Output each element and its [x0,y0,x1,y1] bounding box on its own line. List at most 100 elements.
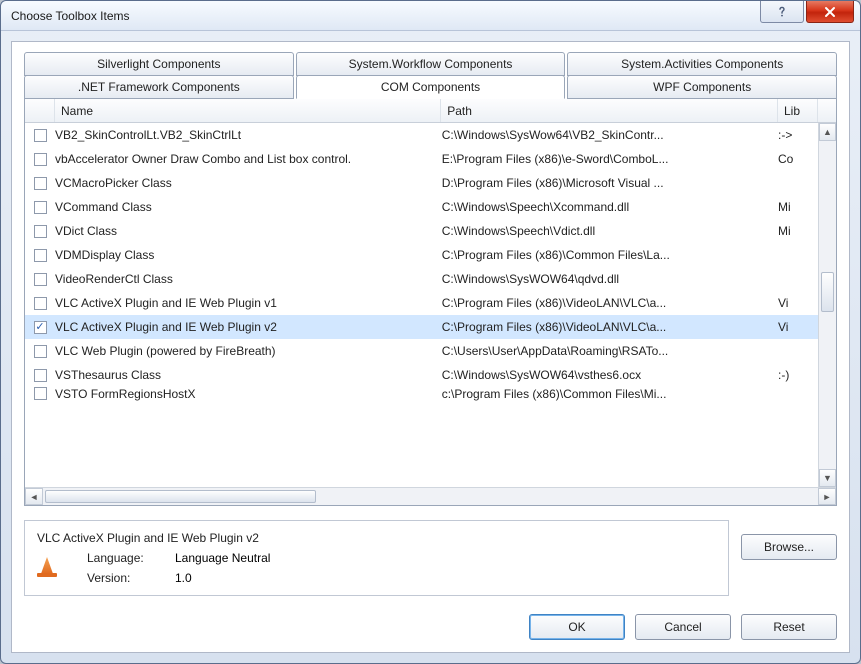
row-name: VLC ActiveX Plugin and IE Web Plugin v1 [55,296,442,310]
tab-silverlight[interactable]: Silverlight Components [24,52,294,76]
row-checkbox[interactable] [34,129,47,142]
version-value: 1.0 [175,571,192,585]
row-path: C:\Program Files (x86)\Common Files\La..… [442,248,778,262]
row-checkbox[interactable] [34,387,47,400]
tab-com[interactable]: COM Components [296,75,566,99]
scroll-thumb-vertical[interactable] [821,272,834,312]
row-lib: :-> [778,128,818,142]
row-checkbox-cell [25,297,55,310]
table-row[interactable]: VB2_SkinControlLt.VB2_SkinCtrlLtC:\Windo… [25,123,818,147]
row-checkbox-cell [25,225,55,238]
ok-button[interactable]: OK [529,614,625,640]
help-button[interactable] [760,1,804,23]
row-lib: Vi [778,320,818,334]
row-checkbox-cell [25,201,55,214]
row-checkbox[interactable] [34,153,47,166]
row-name: VCMacroPicker Class [55,176,442,190]
tab-system-workflow[interactable]: System.Workflow Components [296,52,566,76]
tab-system-activities[interactable]: System.Activities Components [567,52,837,76]
row-checkbox[interactable] [34,345,47,358]
table-row[interactable]: VSThesaurus ClassC:\Windows\SysWOW64\vst… [25,363,818,387]
scroll-thumb-horizontal[interactable] [45,490,316,503]
version-label: Version: [87,571,157,585]
close-button[interactable] [806,1,854,23]
table-row[interactable]: VLC ActiveX Plugin and IE Web Plugin v2C… [25,315,818,339]
browse-button[interactable]: Browse... [741,534,837,560]
grid-rows: VB2_SkinControlLt.VB2_SkinCtrlLtC:\Windo… [25,123,818,487]
row-path: c:\Program Files (x86)\Common Files\Mi..… [442,387,778,401]
column-check[interactable] [25,99,55,122]
row-name: VDict Class [55,224,442,238]
tab-net-framework[interactable]: .NET Framework Components [24,75,294,99]
row-path: C:\Windows\SysWow64\VB2_SkinContr... [442,128,778,142]
horizontal-scrollbar[interactable]: ◄ ► [25,487,836,505]
scroll-up-button[interactable]: ▲ [819,123,836,141]
row-checkbox-cell [25,387,55,400]
table-row[interactable]: VCMacroPicker ClassD:\Program Files (x86… [25,171,818,195]
row-name: VLC ActiveX Plugin and IE Web Plugin v2 [55,320,442,334]
scroll-right-button[interactable]: ► [818,488,836,505]
row-checkbox[interactable] [34,249,47,262]
table-row[interactable]: VLC Web Plugin (powered by FireBreath)C:… [25,339,818,363]
row-checkbox-cell [25,321,55,334]
row-checkbox[interactable] [34,297,47,310]
row-checkbox[interactable] [34,321,47,334]
row-path: D:\Program Files (x86)\Microsoft Visual … [442,176,778,190]
row-name: VCommand Class [55,200,442,214]
column-path[interactable]: Path [441,99,778,122]
titlebar-buttons [760,1,860,23]
row-checkbox-cell [25,249,55,262]
column-name[interactable]: Name [55,99,441,122]
row-path: C:\Windows\Speech\Vdict.dll [442,224,778,238]
table-row[interactable]: VCommand ClassC:\Windows\Speech\Xcommand… [25,195,818,219]
row-checkbox[interactable] [34,225,47,238]
component-grid: Name Path Lib VB2_SkinControlLt.VB2_Skin… [24,99,837,506]
row-path: C:\Windows\Speech\Xcommand.dll [442,200,778,214]
titlebar: Choose Toolbox Items [1,1,860,31]
row-lib: Mi [778,224,818,238]
row-path: C:\Windows\SysWOW64\vsthes6.ocx [442,368,778,382]
table-row[interactable]: VDict ClassC:\Windows\Speech\Vdict.dllMi [25,219,818,243]
table-row[interactable]: VDMDisplay ClassC:\Program Files (x86)\C… [25,243,818,267]
vertical-scrollbar[interactable]: ▲ ▼ [818,123,836,487]
scroll-down-button[interactable]: ▼ [819,469,836,487]
row-name: vbAccelerator Owner Draw Combo and List … [55,152,442,166]
row-name: VLC Web Plugin (powered by FireBreath) [55,344,442,358]
dialog-body: Silverlight Components System.Workflow C… [11,41,850,653]
dialog-window: Choose Toolbox Items Silverlight Compone… [0,0,861,664]
details-title: VLC ActiveX Plugin and IE Web Plugin v2 [37,531,716,545]
tab-wpf[interactable]: WPF Components [567,75,837,99]
table-row[interactable]: VLC ActiveX Plugin and IE Web Plugin v1C… [25,291,818,315]
tab-row-top: Silverlight Components System.Workflow C… [24,52,837,76]
row-lib: Vi [778,296,818,310]
column-lib[interactable]: Lib [778,99,818,122]
row-checkbox-cell [25,177,55,190]
row-checkbox[interactable] [34,273,47,286]
table-row[interactable]: VSTO FormRegionsHostXc:\Program Files (x… [25,387,818,404]
row-path: C:\Program Files (x86)\VideoLAN\VLC\a... [442,296,778,310]
cancel-button[interactable]: Cancel [635,614,731,640]
row-checkbox[interactable] [34,201,47,214]
row-checkbox[interactable] [34,369,47,382]
row-checkbox-cell [25,129,55,142]
details-panel: VLC ActiveX Plugin and IE Web Plugin v2 … [24,520,729,596]
scroll-track-vertical[interactable] [819,141,836,469]
scroll-left-button[interactable]: ◄ [25,488,43,505]
language-label: Language: [87,551,157,565]
row-lib: Co [778,152,818,166]
grid-body: VB2_SkinControlLt.VB2_SkinCtrlLtC:\Windo… [25,123,836,487]
scroll-track-horizontal[interactable] [43,488,818,505]
dialog-footer: OK Cancel Reset [24,614,837,640]
reset-button[interactable]: Reset [741,614,837,640]
row-lib: Mi [778,200,818,214]
table-row[interactable]: VideoRenderCtl ClassC:\Windows\SysWOW64\… [25,267,818,291]
table-row[interactable]: vbAccelerator Owner Draw Combo and List … [25,147,818,171]
grid-header: Name Path Lib [25,99,836,123]
row-checkbox[interactable] [34,177,47,190]
vlc-icon [37,557,57,577]
row-lib: :-) [778,368,818,382]
row-checkbox-cell [25,369,55,382]
row-path: E:\Program Files (x86)\e-Sword\ComboL... [442,152,778,166]
row-checkbox-cell [25,153,55,166]
language-value: Language Neutral [175,551,270,565]
